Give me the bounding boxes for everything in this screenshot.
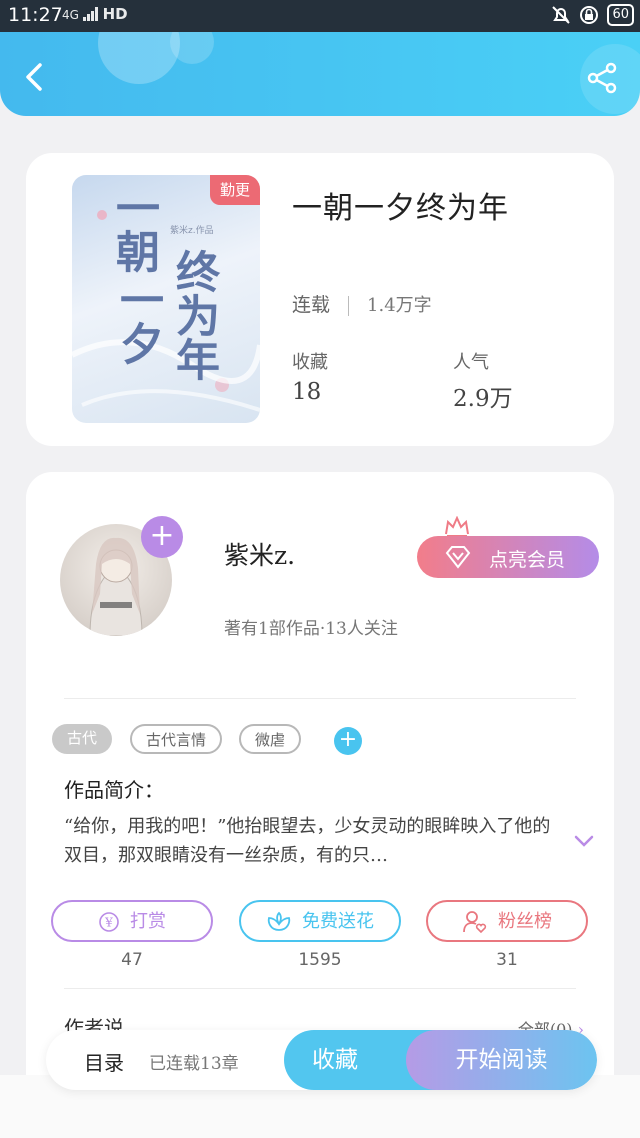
crown-icon bbox=[445, 516, 469, 537]
battery-indicator: 60 bbox=[607, 4, 634, 26]
tip-label: 打赏 bbox=[130, 911, 166, 932]
book-title: 一朝一夕终为年 bbox=[292, 191, 509, 226]
divider bbox=[64, 988, 576, 989]
flower-icon bbox=[267, 911, 291, 931]
lock-rotation-icon bbox=[580, 6, 599, 24]
intro-heading: 作品简介： bbox=[64, 778, 164, 802]
cover-author-text: 紫米z.作品 bbox=[170, 226, 214, 236]
status-bar: 11:27 4G HD 60 bbox=[0, 0, 640, 32]
decor-bubble bbox=[98, 32, 180, 84]
flower-count: 1595 bbox=[298, 950, 342, 970]
follow-button[interactable]: + bbox=[141, 516, 183, 558]
collect-value: 18 bbox=[292, 379, 322, 405]
divider bbox=[348, 296, 350, 316]
popularity-label: 人气 bbox=[453, 352, 489, 373]
tip-button[interactable]: ¥ 打赏 bbox=[51, 900, 213, 942]
word-count: 1.4万字 bbox=[367, 295, 432, 316]
fan-heart-icon bbox=[463, 911, 487, 934]
tag-chip[interactable]: 古代言情 bbox=[130, 724, 222, 754]
chapter-count: 已连载13章 bbox=[149, 1054, 239, 1074]
add-tag-button[interactable]: + bbox=[334, 727, 362, 755]
cover-title-part: 一夕 bbox=[112, 277, 163, 365]
tip-count: 47 bbox=[121, 950, 143, 970]
send-flower-button[interactable]: 免费送花 bbox=[239, 900, 401, 942]
popularity-value: 2.9万 bbox=[453, 386, 513, 412]
collect-button-label: 收藏 bbox=[312, 1047, 358, 1073]
cover-art bbox=[72, 210, 260, 412]
yen-icon: ¥ bbox=[99, 912, 119, 932]
update-tag: 勤更 bbox=[210, 175, 260, 205]
top-header bbox=[0, 32, 640, 116]
signal-icon bbox=[82, 7, 98, 21]
author-card: + 紫米z. 著有1部作品·13人关注 点亮会员 古代 古代言情 微虐 + 作品… bbox=[26, 472, 614, 1112]
clock: 11:27 bbox=[8, 4, 63, 26]
tag-chip[interactable]: 微虐 bbox=[239, 724, 301, 754]
share-icon[interactable] bbox=[586, 62, 618, 94]
serial-status: 连载 bbox=[292, 294, 331, 316]
tag-chip[interactable]: 古代 bbox=[52, 724, 112, 754]
send-flower-label: 免费送花 bbox=[302, 911, 374, 932]
author-meta: 著有1部作品·13人关注 bbox=[224, 619, 398, 639]
cover-title-part: 一朝 bbox=[108, 185, 159, 273]
catalog-button[interactable]: 目录 bbox=[84, 1047, 124, 1076]
diamond-icon bbox=[445, 546, 471, 569]
intro-text: “给你，用我的吧！”他抬眼望去，少女灵动的眼眸映入了他的双目，那双眼睛没有一丝杂… bbox=[64, 816, 551, 866]
bottom-action-bar: 目录 已连载13章 收藏 开始阅读 bbox=[46, 1030, 597, 1090]
svg-text:¥: ¥ bbox=[104, 916, 113, 930]
fan-ranking-button[interactable]: 粉丝榜 bbox=[426, 900, 588, 942]
divider bbox=[64, 698, 576, 699]
signal-indicator: 4G HD bbox=[62, 5, 128, 23]
chevron-down-icon[interactable] bbox=[574, 834, 594, 848]
author-name: 紫米z. bbox=[224, 541, 296, 570]
start-reading-button[interactable]: 开始阅读 bbox=[406, 1030, 597, 1090]
collect-label: 收藏 bbox=[292, 352, 328, 373]
fan-count: 31 bbox=[496, 950, 518, 970]
back-icon[interactable] bbox=[20, 62, 50, 92]
book-cover[interactable]: 一朝 一夕 终为年 紫米z.作品 勤更 bbox=[72, 175, 260, 423]
book-info-card: 一朝 一夕 终为年 紫米z.作品 勤更 一朝一夕终为年 连载 1.4万字 收藏 1… bbox=[26, 153, 614, 446]
mute-bell-icon bbox=[552, 6, 571, 24]
vip-button[interactable]: 点亮会员 bbox=[417, 536, 599, 578]
vip-button-label: 点亮会员 bbox=[489, 549, 566, 571]
cover-title-part: 终为年 bbox=[168, 249, 219, 381]
fan-ranking-label: 粉丝榜 bbox=[498, 911, 552, 932]
book-status: 连载 1.4万字 bbox=[292, 290, 432, 317]
